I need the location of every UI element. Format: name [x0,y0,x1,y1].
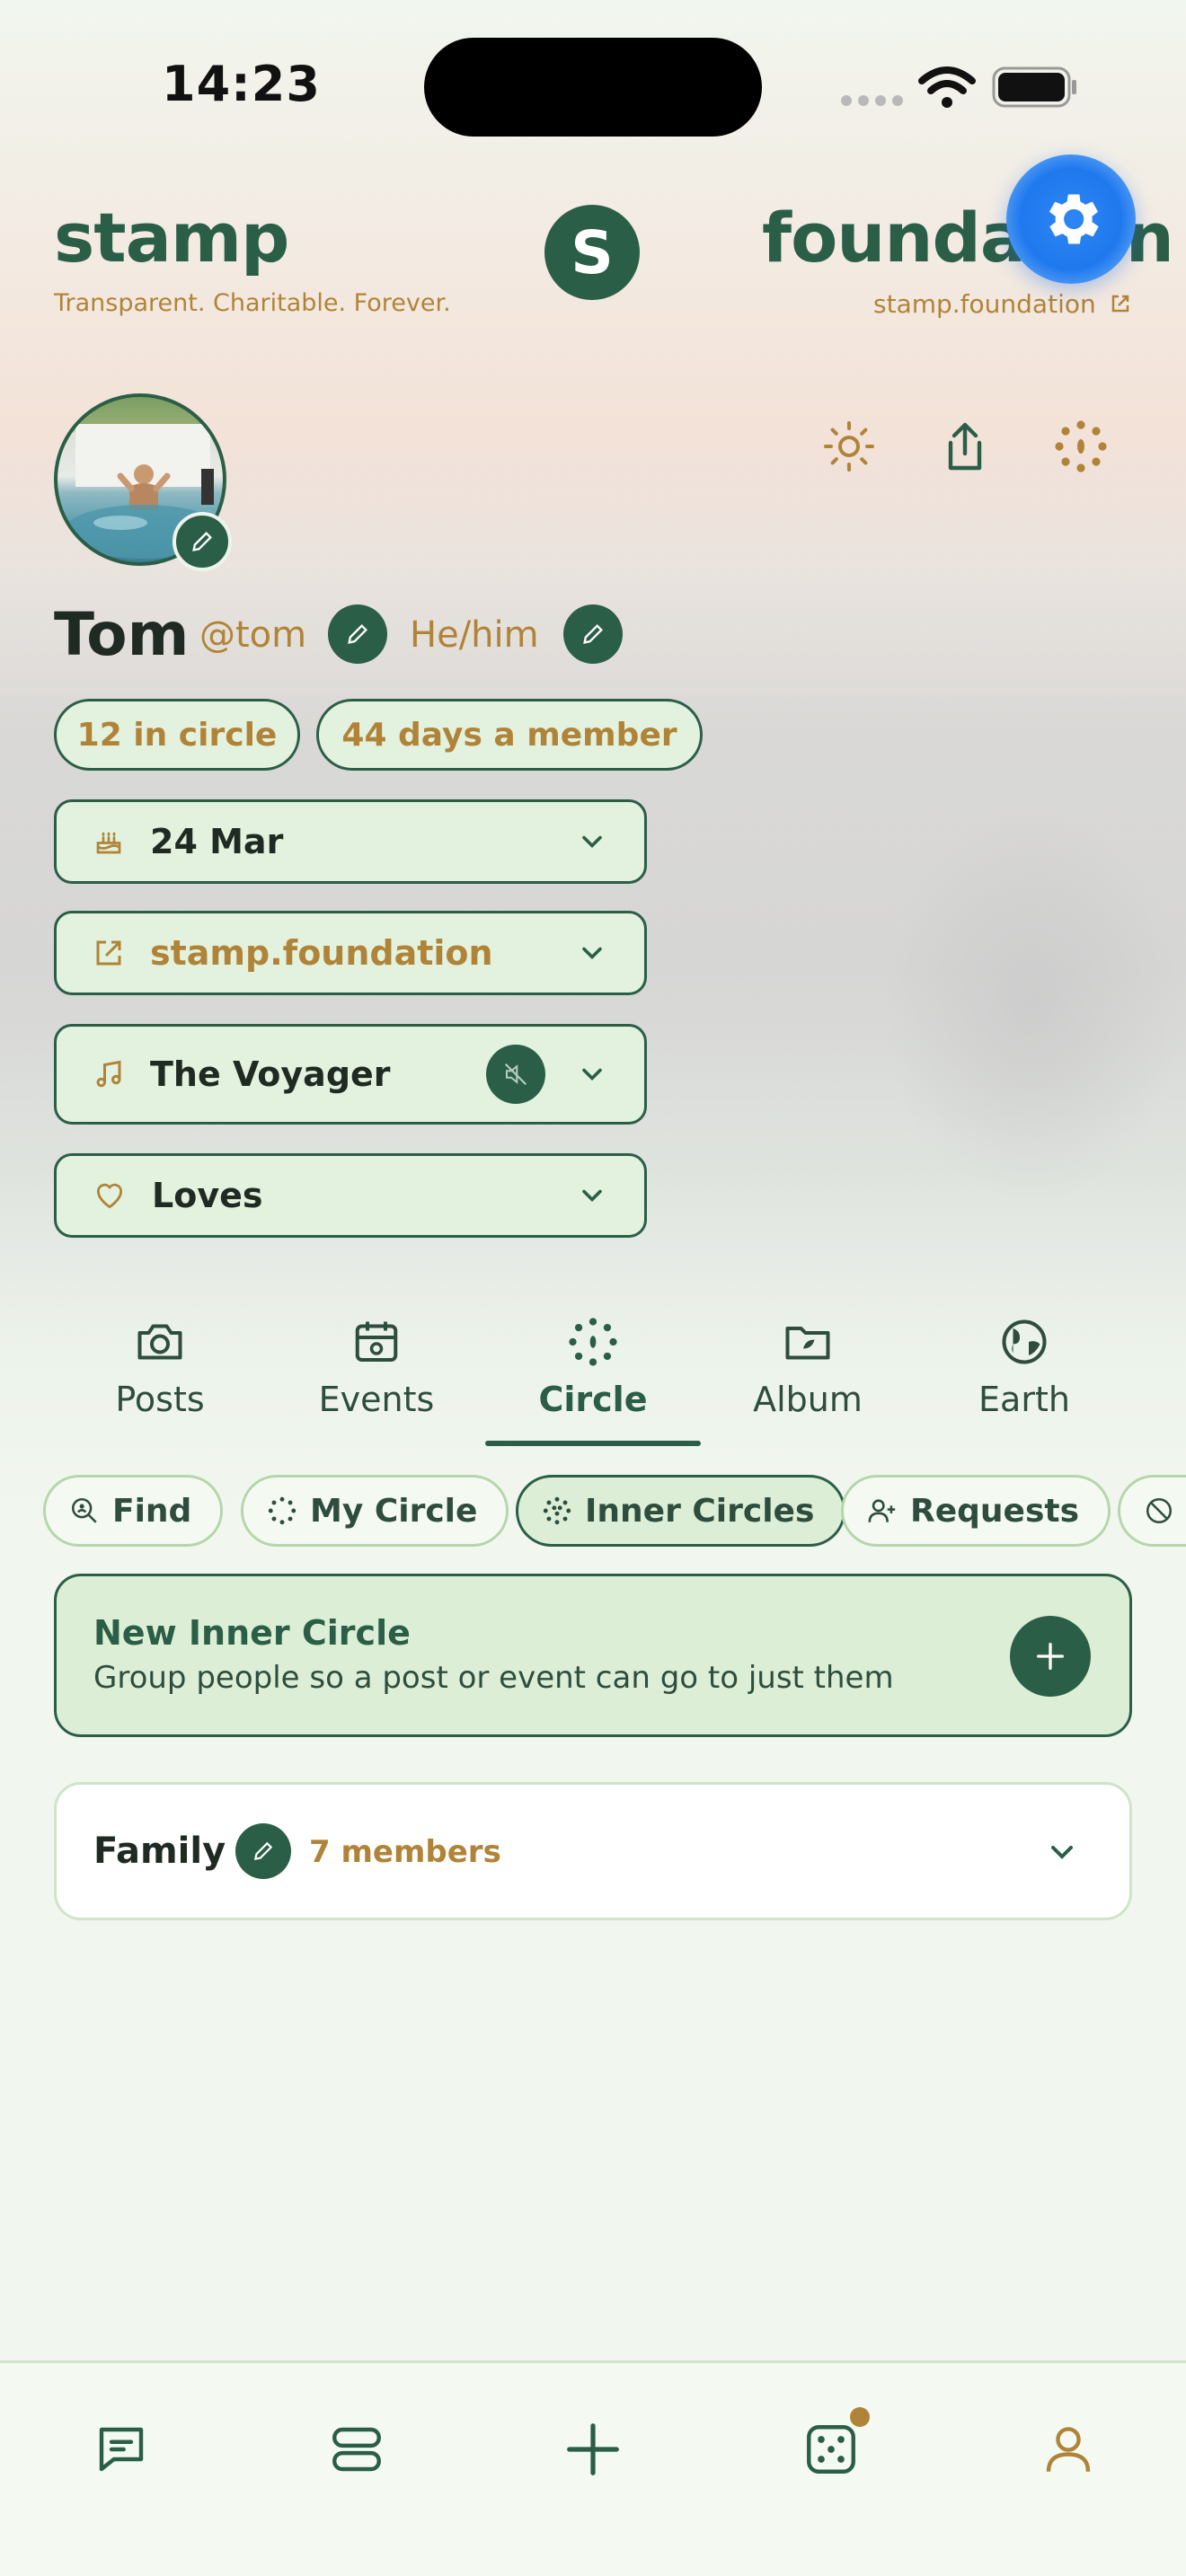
profile-handle: @tom [199,614,307,656]
chevron-down-icon [582,947,602,960]
wifi-icon [918,66,976,108]
tab-album[interactable]: Album [700,1315,916,1419]
song-dropdown[interactable]: The Voyager [54,1024,647,1125]
camera-icon [137,1324,182,1360]
speaker-muted-icon [504,1063,527,1086]
dots-circle-icon [569,1318,617,1366]
chat-icon [99,2427,144,2472]
chip-inner-circles-label: Inner Circles [585,1492,815,1530]
dots-circle-icon [268,1496,296,1525]
tab-earth[interactable]: Earth [916,1315,1132,1419]
external-link-icon [96,940,121,966]
battery-icon [992,66,1076,108]
circle-name: Family [93,1831,226,1872]
member-days-pill: 44 days a member [316,699,703,771]
chip-blocked[interactable] [1118,1475,1186,1547]
nav-feed[interactable] [307,2400,406,2499]
inner-dots-icon [543,1496,571,1525]
new-inner-circle-card[interactable] [54,1574,1132,1737]
profile-icon [1046,2427,1091,2472]
website-label: stamp.foundation [150,933,493,973]
profile-pronouns: He/him [410,614,539,656]
globe-icon [1002,1319,1047,1364]
circle-menu-button[interactable] [1049,415,1112,478]
chevron-down-icon [582,1189,602,1203]
chip-find[interactable]: Find [43,1475,224,1547]
dots-circle-icon [1055,420,1107,472]
brand-stamp: stamp [54,198,289,278]
song-label: The Voyager [150,1054,391,1094]
external-link-icon [1111,295,1128,313]
share-button[interactable] [934,415,996,478]
birthday-dropdown[interactable]: 24 Mar [54,799,647,884]
chip-find-label: Find [112,1492,192,1530]
chip-my-circle-label: My Circle [310,1492,478,1530]
profile-name: Tom [54,600,190,669]
pencil-icon [192,532,212,551]
website-dropdown[interactable]: stamp.foundation [54,911,647,995]
nav-chat[interactable] [72,2400,171,2499]
gear-icon [1049,194,1099,244]
loves-label: Loves [152,1176,263,1215]
tab-circle[interactable]: Circle [485,1315,701,1419]
chevron-down-icon [582,1068,602,1081]
plus-icon [567,2423,619,2475]
circle-edit-button[interactable] [235,1823,291,1879]
blocked-icon [1146,1497,1173,1524]
new-inner-circle-title: New Inner Circle [93,1613,411,1653]
foundation-link[interactable]: stamp.foundation [873,289,1131,319]
pronouns-edit-button[interactable] [563,604,623,664]
tab-circle-label: Circle [538,1380,648,1419]
dice-icon [807,2425,855,2474]
tab-album-label: Album [753,1380,863,1419]
new-inner-circle-subtitle: Group people so a post or event can go t… [93,1660,894,1696]
music-note-icon [96,1060,121,1088]
folder-icon [785,1327,830,1360]
chip-my-circle[interactable]: My Circle [241,1475,509,1547]
tab-earth-label: Earth [978,1380,1070,1419]
pencil-icon [583,624,603,644]
logo-badge[interactable]: S [544,205,640,300]
share-icon [948,422,982,471]
heart-icon [96,1183,123,1209]
tagline: Transparent. Charitable. Forever. [54,289,451,317]
status-time: 14:23 [162,56,321,112]
active-tab-indicator [485,1441,701,1446]
mute-button[interactable] [486,1045,545,1104]
tab-events[interactable]: Events [269,1315,484,1419]
tab-posts-label: Posts [115,1380,205,1419]
theme-button[interactable] [818,415,881,478]
chip-requests[interactable]: Requests [841,1475,1111,1547]
handle-edit-button[interactable] [328,604,387,664]
tab-posts[interactable]: Posts [52,1315,268,1419]
cake-icon [96,832,121,854]
circle-member-count: 7 members [309,1834,501,1870]
loves-dropdown[interactable]: Loves [54,1153,647,1238]
chevron-down-icon [582,835,602,849]
nav-create[interactable] [544,2400,642,2499]
search-person-icon [71,1497,97,1523]
chevron-down-icon[interactable] [1044,1834,1080,1870]
signal-icon [841,95,903,106]
plus-icon [1037,1643,1064,1670]
sun-icon [824,421,874,472]
pencil-icon [348,624,367,644]
tab-events-label: Events [318,1380,435,1419]
avatar-edit-button[interactable] [173,512,232,571]
pencil-icon [253,1841,273,1861]
settings-fab[interactable] [1006,154,1136,284]
notification-badge [850,2407,870,2427]
feed-icon [332,2427,381,2472]
chip-requests-label: Requests [910,1492,1080,1530]
add-inner-circle-button[interactable] [1010,1616,1091,1697]
add-person-icon [868,1499,896,1522]
foundation-link-label: stamp.foundation [873,289,1096,319]
circle-count-pill[interactable]: 12 in circle [54,699,300,771]
nav-profile[interactable] [1019,2400,1118,2499]
chip-inner-circles[interactable]: Inner Circles [516,1475,846,1547]
calendar-icon [355,1321,398,1362]
dynamic-island [424,38,762,137]
birthday-label: 24 Mar [150,822,284,861]
